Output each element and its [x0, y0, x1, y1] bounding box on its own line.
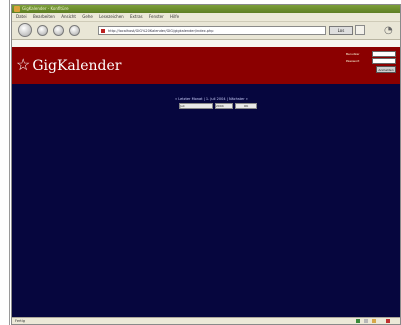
site-logo[interactable]: ☆ GigKalender	[16, 55, 122, 76]
back-button[interactable]	[18, 23, 32, 37]
username-input[interactable]	[372, 51, 396, 57]
status-icons	[356, 319, 396, 324]
throbber-icon: ◔	[384, 25, 393, 36]
alert-icon	[386, 319, 390, 323]
address-text: http://localhost/GIG%20Kalender/GIG/gigk…	[108, 29, 214, 33]
site-icon	[101, 29, 105, 33]
password-input[interactable]	[372, 58, 396, 64]
date-select-form: Juli 2004 OK	[179, 103, 261, 109]
reload-button[interactable]	[53, 25, 64, 36]
security-icon	[364, 319, 368, 323]
app-icon	[14, 6, 20, 12]
forward-button[interactable]	[37, 25, 48, 36]
status-bar: Fertig	[12, 317, 400, 324]
go-button[interactable]: Los	[329, 26, 353, 35]
month-select[interactable]: Juli	[179, 103, 213, 109]
username-label: Benutzer	[346, 52, 360, 56]
navigation-toolbar: http://localhost/GIG%20Kalender/GIG/gigk…	[12, 22, 400, 40]
logo-text: GigKalender	[32, 58, 122, 74]
menu-item-go[interactable]: Gehe	[82, 14, 93, 19]
month-navigation[interactable]: « Letzter Monat | 1. Juli 2004 | Nächste…	[175, 97, 248, 101]
menu-item-view[interactable]: Ansicht	[61, 14, 76, 19]
password-label: Passwort	[346, 59, 360, 63]
menu-item-window[interactable]: Fenster	[149, 14, 164, 19]
browser-window: GigKalender - Konfitüre Datei Bearbeiten…	[11, 4, 401, 325]
address-bar[interactable]: http://localhost/GIG%20Kalender/GIG/gigk…	[98, 26, 326, 35]
menu-item-help[interactable]: Hilfe	[170, 14, 179, 19]
status-text: Fertig	[15, 319, 25, 323]
star-icon: ☆	[16, 55, 31, 74]
menu-item-edit[interactable]: Bearbeiten	[33, 14, 55, 19]
left-frame	[0, 0, 11, 325]
stop-button[interactable]	[69, 25, 80, 36]
window-title: GigKalender - Konfitüre	[22, 6, 69, 11]
menu-item-tools[interactable]: Extras	[130, 14, 143, 19]
site-header: ☆ GigKalender Benutzer Passwort Anmelden	[12, 47, 400, 84]
menu-item-file[interactable]: Datei	[16, 14, 27, 19]
menu-item-bookmarks[interactable]: Lesezeichen	[99, 14, 124, 19]
login-form: Benutzer Passwort Anmelden	[346, 51, 396, 73]
search-button[interactable]	[355, 25, 365, 35]
page-content: « Letzter Monat | 1. Juli 2004 | Nächste…	[12, 84, 400, 319]
frame-divider	[9, 0, 10, 325]
year-select[interactable]: 2004	[215, 103, 233, 109]
go-date-button[interactable]: OK	[235, 103, 257, 109]
login-button[interactable]: Anmelden	[376, 66, 396, 73]
menu-bar: Datei Bearbeiten Ansicht Gehe Lesezeiche…	[12, 13, 400, 22]
popup-icon	[372, 319, 376, 323]
title-bar: GigKalender - Konfitüre	[12, 5, 400, 13]
online-icon	[356, 319, 360, 323]
